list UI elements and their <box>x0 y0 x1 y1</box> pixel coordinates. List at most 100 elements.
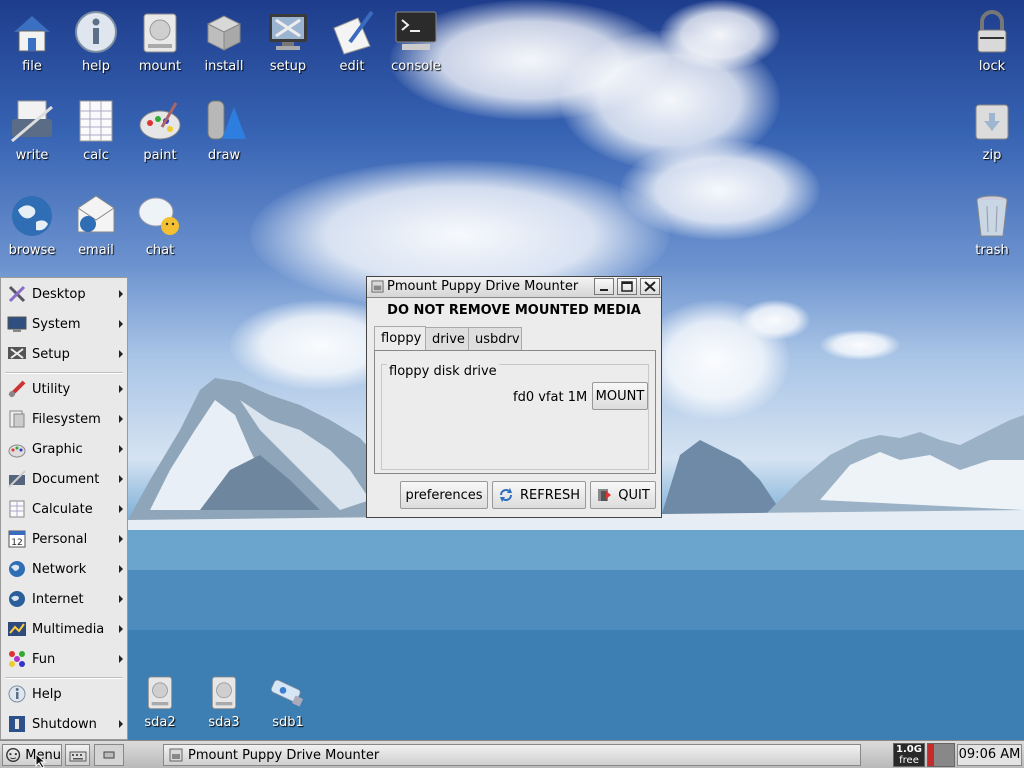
minimize-button[interactable] <box>594 278 614 295</box>
menu-item-label: Network <box>32 561 87 577</box>
desktop-icon-lock[interactable]: lock <box>960 8 1024 74</box>
icon-label: write <box>15 148 49 163</box>
menu-item-graphic[interactable]: Graphic <box>3 435 125 463</box>
desktop-icon-install[interactable]: install <box>192 8 256 74</box>
mouse-cursor-icon <box>35 753 47 769</box>
menu-item-network[interactable]: Network <box>3 555 125 583</box>
menu-item-calculate[interactable]: Calculate <box>3 495 125 523</box>
mount-button[interactable]: MOUNT <box>592 382 648 410</box>
app-window-icon <box>371 280 384 293</box>
menu-button[interactable]: Menu <box>2 744 62 766</box>
menu-item-fun[interactable]: Fun <box>3 645 125 673</box>
tab-usbdrv[interactable]: usbdrv <box>468 327 522 351</box>
preferences-button[interactable]: preferences <box>400 481 488 509</box>
minimize-icon <box>600 289 608 291</box>
icon-label: chat <box>145 243 175 258</box>
svg-text:12: 12 <box>11 538 22 548</box>
close-button[interactable] <box>640 278 660 295</box>
usb-drive-icon <box>270 679 304 707</box>
window-titlebar[interactable]: Pmount Puppy Drive Mounter <box>367 277 661 298</box>
menu-item-internet[interactable]: Internet <box>3 585 125 613</box>
desktop-icon-chat[interactable]: chat <box>128 192 192 258</box>
desktop-x-icon <box>8 285 26 303</box>
desktop-icon-console[interactable]: console <box>384 8 448 74</box>
chat-bubble-icon <box>138 197 179 235</box>
free-size: 1.0G <box>896 744 922 755</box>
icon-label: console <box>391 59 441 74</box>
quit-button[interactable]: QUIT <box>590 481 656 509</box>
drive-icon-sda2[interactable]: sda2 <box>128 672 192 730</box>
menu-item-shutdown[interactable]: Shutdown <box>3 710 125 738</box>
submenu-arrow-icon <box>119 290 123 298</box>
calculator-icon <box>9 500 25 518</box>
submenu-arrow-icon <box>119 595 123 603</box>
palette-icon <box>139 102 181 140</box>
desktop-icon-paint[interactable]: paint <box>128 97 192 163</box>
taskbar: Menu Pmount Puppy Drive Mounter 1.0G fre… <box>0 740 1024 769</box>
tab-floppy[interactable]: floppy <box>374 326 426 352</box>
icon-label: edit <box>339 59 365 74</box>
desktop-icon-draw[interactable]: draw <box>192 97 256 163</box>
desktop-icon-file[interactable]: file <box>0 8 64 74</box>
desktop-icon-write[interactable]: write <box>0 97 64 163</box>
network-icon <box>9 561 25 577</box>
desktop-icon-calc[interactable]: calc <box>64 97 128 163</box>
puppy-logo-icon <box>6 747 21 763</box>
icon-label: sda2 <box>144 715 176 730</box>
submenu-arrow-icon <box>119 565 123 573</box>
menu-item-label: Personal <box>32 531 88 547</box>
menu-separator <box>5 372 123 374</box>
menu-item-system[interactable]: System <box>3 310 125 338</box>
workspace-icon <box>103 751 115 759</box>
desktop-icon-browse[interactable]: browse <box>0 192 64 258</box>
desktop-icon-trash[interactable]: trash <box>960 192 1024 258</box>
menu-item-utility[interactable]: Utility <box>3 375 125 403</box>
tab-drive[interactable]: drive <box>425 327 469 351</box>
hard-drive-icon <box>147 676 173 710</box>
help-icon <box>8 685 26 703</box>
desktop-icon-mount[interactable]: mount <box>128 8 192 74</box>
desktop-icon-setup[interactable]: setup <box>256 8 320 74</box>
menu-item-personal[interactable]: 12 Personal <box>3 525 125 553</box>
submenu-arrow-icon <box>119 475 123 483</box>
desktop-icon-edit[interactable]: edit <box>320 8 384 74</box>
desktop-icon-zip[interactable]: zip <box>960 97 1024 163</box>
start-menu: Desktop System Setup Utility Filesystem … <box>0 277 128 740</box>
menu-item-filesystem[interactable]: Filesystem <box>3 405 125 433</box>
menu-item-label: Filesystem <box>32 411 101 427</box>
menu-item-desktop[interactable]: Desktop <box>3 280 125 308</box>
maximize-button[interactable] <box>617 278 637 295</box>
menu-item-label: Setup <box>32 346 70 362</box>
desktop-icon-help[interactable]: help <box>64 8 128 74</box>
icon-label: lock <box>978 59 1006 74</box>
workspace-pager[interactable] <box>94 744 124 766</box>
drive-icon-sdb1[interactable]: sdb1 <box>256 672 320 730</box>
submenu-arrow-icon <box>119 445 123 453</box>
system-monitor-icon <box>7 316 27 332</box>
show-desktop-button[interactable] <box>65 744 90 766</box>
menu-item-label: Document <box>32 471 100 487</box>
spreadsheet-icon <box>79 100 113 142</box>
submenu-arrow-icon <box>119 720 123 728</box>
icon-label: mount <box>138 59 182 74</box>
menu-item-help[interactable]: Help <box>3 680 125 708</box>
hard-drive-icon <box>211 676 237 710</box>
menu-item-document[interactable]: Document <box>3 465 125 493</box>
terminal-icon <box>395 11 437 50</box>
submenu-arrow-icon <box>119 415 123 423</box>
refresh-button[interactable]: REFRESH <box>492 481 586 509</box>
drive-icon-sda3[interactable]: sda3 <box>192 672 256 730</box>
menu-item-setup[interactable]: Setup <box>3 340 125 368</box>
menu-item-label: Utility <box>32 381 71 397</box>
utility-tools-icon <box>8 380 26 398</box>
menu-item-label: Internet <box>32 591 84 607</box>
desktop-icon-email[interactable]: email <box>64 192 128 258</box>
freespace-indicator[interactable]: 1.0G free <box>893 743 925 767</box>
clock[interactable]: 09:06 AM <box>957 744 1022 766</box>
menu-item-label: Calculate <box>32 501 93 517</box>
icon-label: calc <box>83 148 109 163</box>
task-button-pmount[interactable]: Pmount Puppy Drive Mounter <box>163 744 861 766</box>
menu-item-multimedia[interactable]: Multimedia <box>3 615 125 643</box>
document-icon <box>8 470 26 488</box>
network-status-icon[interactable] <box>927 743 955 767</box>
